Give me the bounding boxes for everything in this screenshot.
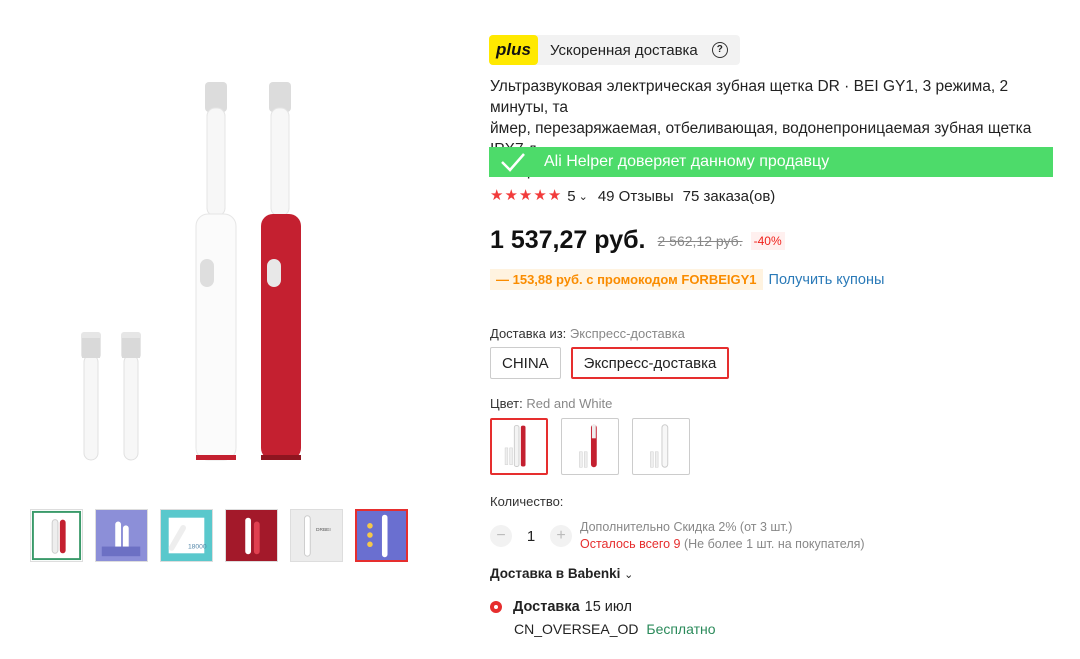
chevron-down-icon: ⌄ [624, 569, 634, 581]
promo-row: — 153,88 руб. с промокодом FORBEIGY1 Пол… [490, 269, 884, 290]
color-option-red[interactable] [561, 418, 619, 475]
check-icon [501, 153, 525, 172]
help-icon[interactable]: ? [711, 42, 728, 58]
delivery-destination-text: Доставка в Babenki [490, 566, 621, 581]
thumbnail-1[interactable] [30, 509, 83, 562]
plus-banner[interactable]: plus Ускоренная доставка ? [489, 35, 740, 65]
star-icon: ★ [504, 187, 518, 204]
current-price: 1 537,27 руб. [490, 226, 646, 254]
chevron-down-icon[interactable]: ⌄ [579, 190, 588, 203]
shipping-from-label: Доставка из: Экспресс-доставка [490, 326, 685, 341]
price-row: 1 537,27 руб. 2 562,12 руб. -40% [490, 226, 785, 255]
star-rating: ★ ★ ★ ★ ★ [490, 187, 561, 205]
product-title-line-1: Ультразвуковая электрическая зубная щетк… [490, 78, 1009, 116]
color-label-row: Цвет: Red and White [490, 396, 612, 411]
promo-code-badge[interactable]: — 153,88 руб. с промокодом FORBEIGY1 [490, 269, 763, 290]
reviews-link[interactable]: 49 Отзывы [598, 188, 674, 205]
star-icon: ★ [533, 187, 547, 204]
star-icon: ★ [547, 187, 562, 204]
get-coupons-link[interactable]: Получить купоны [769, 272, 885, 288]
rating-row: ★ ★ ★ ★ ★ 5 ⌄ 49 Отзывы 75 заказа(ов) [490, 187, 775, 205]
old-price: 2 562,12 руб. [657, 232, 743, 249]
quantity-info: Дополнительно Скидка 2% (от 3 шт.) Остал… [580, 519, 865, 553]
color-option-white[interactable] [632, 418, 690, 475]
carrier-row: CN_OVERSEA_OD Бесплатно [514, 621, 716, 637]
ship-option-express[interactable]: Экспресс-доставка [570, 347, 730, 379]
shipping-selected-value: Экспресс-доставка [569, 326, 685, 341]
thumbnail-5-text: DRBEI [316, 527, 331, 533]
color-label: Цвет: [490, 396, 523, 411]
quantity-value[interactable]: 1 [512, 528, 550, 545]
color-option-red-and-white[interactable] [490, 418, 548, 475]
purchase-limit-text: (Не более 1 шт. на покупателя) [683, 537, 865, 551]
thumbnail-3-text: 18000 [188, 543, 207, 550]
ship-option-china[interactable]: CHINA [490, 347, 561, 379]
stock-left-text: Осталось всего 9 [580, 537, 681, 551]
trust-banner: Ali Helper доверяет данному продавцу [489, 147, 1053, 177]
thumbnail-5[interactable]: DRBEI [290, 509, 343, 562]
rating-value[interactable]: 5 [567, 188, 575, 205]
star-icon: ★ [518, 187, 533, 204]
orders-count: 75 заказа(ов) [682, 187, 776, 205]
plus-logo: plus [489, 35, 538, 65]
shipping-options: CHINA Экспресс-доставка [490, 347, 730, 379]
bulk-discount-text: Дополнительно Скидка 2% (от 3 шт.) [580, 520, 793, 534]
delivery-cost: Бесплатно [646, 621, 716, 637]
thumbnail-2[interactable] [95, 509, 148, 562]
thumbnail-6[interactable] [355, 509, 408, 562]
discount-badge: -40% [750, 231, 785, 250]
delivery-destination[interactable]: Доставка в Babenki ⌄ [490, 566, 633, 581]
thumbnail-4[interactable] [225, 509, 278, 562]
red-toothbrush [261, 82, 301, 460]
color-selected-value: Red and White [526, 396, 613, 411]
star-icon: ★ [490, 187, 504, 204]
carrier-name: CN_OVERSEA_OD [514, 621, 639, 637]
quantity-plus-button[interactable]: + [550, 525, 572, 547]
main-product-image[interactable] [20, 60, 440, 480]
thumbnail-3[interactable]: 18000 [160, 509, 213, 562]
quantity-minus-button[interactable]: − [490, 525, 512, 547]
spare-brush-head-2 [121, 332, 141, 461]
trust-text: Ali Helper доверяет данному продавцу [544, 153, 830, 170]
thumbnail-strip: 18000 DRBEI [30, 509, 408, 562]
quantity-stepper: − 1 + Дополнительно Скидка 2% (от 3 шт.)… [490, 519, 865, 553]
quantity-label: Количество: [490, 494, 564, 509]
color-options [490, 418, 690, 475]
white-toothbrush [195, 82, 237, 461]
shipping-label: Доставка из: [490, 326, 567, 341]
delivery-method: Доставка [513, 599, 580, 615]
delivery-option[interactable]: Доставка 15 июл [490, 599, 632, 615]
spare-brush-head-1 [81, 332, 101, 461]
delivery-date: 15 июл [584, 599, 632, 615]
delivery-radio[interactable] [490, 601, 502, 613]
plus-banner-text: Ускоренная доставка [549, 41, 698, 59]
